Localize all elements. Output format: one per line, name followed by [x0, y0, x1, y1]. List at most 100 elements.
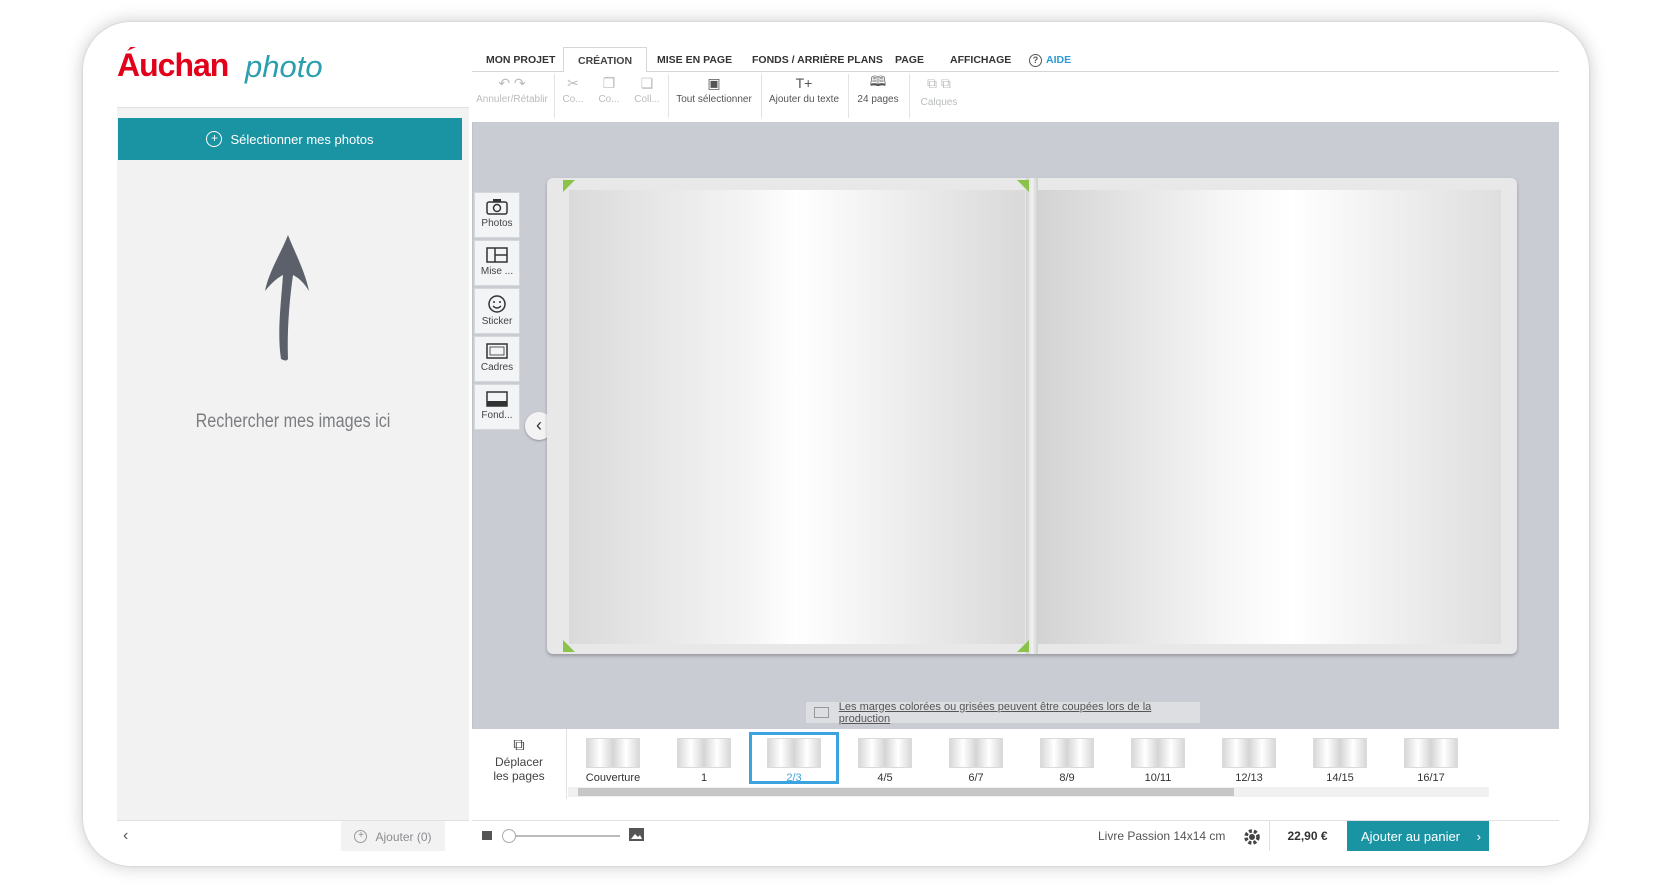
- select-photos-label: Sélectionner mes photos: [230, 131, 374, 147]
- thumb-page[interactable]: 6/7: [931, 735, 1021, 787]
- image-large-icon: [629, 828, 644, 841]
- thumb-page[interactable]: 14/15: [1295, 735, 1385, 787]
- margin-warning-text: Les marges colorées ou grisées peuvent ê…: [838, 700, 1152, 725]
- thumb-image: [949, 738, 1003, 768]
- side-tool-sticker[interactable]: Sticker: [474, 288, 520, 334]
- photo-book-spread[interactable]: [547, 178, 1517, 654]
- thumb-page-selected[interactable]: 2/3: [749, 732, 839, 784]
- select-all-label: Tout sélectionner: [676, 94, 752, 105]
- side-tool-layout[interactable]: Mise ...: [474, 240, 520, 286]
- search-hint: Rechercher mes images ici: [195, 411, 391, 432]
- thumb-image: [767, 738, 821, 768]
- thumb-page[interactable]: 4/5: [840, 735, 930, 787]
- side-tool-photos[interactable]: Photos: [474, 192, 520, 238]
- add-photos-button[interactable]: + Ajouter (0): [341, 821, 445, 851]
- thumb-page[interactable]: 16/17: [1386, 735, 1476, 787]
- layers-icon: ⧉ ⧉: [927, 74, 951, 91]
- thumb-label: 4/5: [877, 772, 893, 784]
- editor-canvas: Photos Mise ... Sticker Cadres Fond... ‹…: [472, 122, 1559, 729]
- right-page[interactable]: [1038, 190, 1501, 644]
- add-to-cart-label: Ajouter au panier: [1361, 829, 1461, 844]
- move-pages-label-1: Déplacer: [494, 755, 544, 769]
- thumb-label: 14/15: [1326, 772, 1354, 784]
- main-menu: MON PROJET CRÉATION MISE EN PAGE FONDS /…: [472, 47, 1559, 73]
- tab-affichage[interactable]: AFFICHAGE: [936, 47, 1025, 71]
- help-link[interactable]: ? AIDE: [1015, 47, 1085, 71]
- side-tool-frames-label: Cadres: [480, 362, 514, 373]
- move-pages-button[interactable]: ⧉ Déplacer les pages: [472, 729, 567, 799]
- cut-button[interactable]: ✂ Co...: [558, 72, 588, 122]
- scissors-icon: ✂: [567, 74, 579, 91]
- thumb-label: 6/7: [968, 772, 984, 784]
- side-tool-background[interactable]: Fond...: [474, 384, 520, 430]
- thumb-image: [1313, 738, 1367, 768]
- thumb-page[interactable]: 12/13: [1204, 735, 1294, 787]
- undo-redo-icon: ↶ ↷: [498, 74, 526, 91]
- paste-icon: ❏: [640, 74, 654, 91]
- collapse-panel-icon[interactable]: ‹: [123, 827, 128, 845]
- image-small-icon: [482, 831, 492, 840]
- paste-button[interactable]: ❏ Coll...: [632, 72, 662, 122]
- add-text-button[interactable]: T+ Ajouter du texte: [764, 72, 844, 122]
- thumb-label: Couverture: [585, 772, 641, 784]
- toolbar: ↶ ↷ Annuler/Rétablir ✂ Co... ❐ Co... ❏ C…: [472, 72, 1559, 122]
- gear-icon[interactable]: [1242, 827, 1262, 847]
- thumb-label: 10/11: [1144, 772, 1172, 784]
- select-all-button[interactable]: ▣ Tout sélectionner: [672, 72, 756, 122]
- select-all-icon: ▣: [707, 74, 721, 91]
- strip-scrollbar[interactable]: [568, 787, 1489, 797]
- background-icon: [486, 391, 508, 407]
- tab-mise-en-page[interactable]: MISE EN PAGE: [643, 47, 746, 71]
- thumb-image: [1040, 738, 1094, 768]
- brand-name-red: Auchan: [117, 47, 229, 83]
- thumb-page[interactable]: 1: [659, 735, 749, 787]
- thumb-cover[interactable]: Couverture: [568, 735, 658, 787]
- side-tool-layout-label: Mise ...: [480, 266, 514, 277]
- brand-logo[interactable]: Auchan photo: [117, 47, 469, 107]
- tab-fonds[interactable]: FONDS / ARRIÈRE PLANS: [738, 47, 897, 71]
- side-toolbar: Photos Mise ... Sticker Cadres Fond...: [474, 192, 520, 432]
- left-page[interactable]: [569, 190, 1025, 644]
- app-screen: Auchan photo + Sélectionner mes photos R…: [117, 47, 1559, 851]
- arrow-up-icon: [265, 235, 309, 361]
- cut-label: Co...: [562, 94, 584, 105]
- toolbar-divider: [668, 74, 669, 118]
- layout-icon: [486, 247, 508, 263]
- tab-creation[interactable]: CRÉATION: [563, 47, 648, 73]
- side-tool-frames[interactable]: Cadres: [474, 336, 520, 382]
- scrollbar-thumb[interactable]: [578, 788, 1234, 796]
- copy-button[interactable]: ❐ Co...: [594, 72, 624, 122]
- camera-icon: [486, 199, 508, 215]
- layers-label: Calques: [920, 97, 958, 108]
- tab-mon-projet[interactable]: MON PROJET: [472, 47, 569, 71]
- thumb-label: 1: [700, 772, 708, 784]
- smiley-icon: [488, 295, 506, 313]
- chevron-right-icon: ›: [1476, 829, 1481, 844]
- thumb-image: [1131, 738, 1185, 768]
- copy-label: Co...: [598, 94, 620, 105]
- pages-dropdown[interactable]: 🕮 24 pages: [852, 72, 904, 122]
- add-photos-label: Ajouter (0): [375, 829, 432, 844]
- corner-marker-icon: [563, 640, 575, 652]
- undo-redo-label: Annuler/Rétablir: [476, 94, 548, 105]
- thumb-page[interactable]: 8/9: [1022, 735, 1112, 787]
- book-icon: 🕮: [869, 73, 887, 89]
- zoom-slider[interactable]: [510, 835, 620, 837]
- book-spine: [1026, 178, 1038, 654]
- thumb-label: 2/3: [786, 772, 802, 784]
- select-photos-button[interactable]: + Sélectionner mes photos: [118, 118, 462, 160]
- side-tool-background-label: Fond...: [481, 410, 513, 421]
- product-name: Livre Passion 14x14 cm: [1098, 829, 1226, 843]
- corner-marker-icon: [1017, 640, 1029, 652]
- help-icon: ?: [1029, 54, 1042, 67]
- zoom-slider-handle[interactable]: [502, 829, 516, 843]
- layers-button[interactable]: ⧉ ⧉ Calques: [914, 72, 964, 122]
- chevron-left-icon: ‹: [536, 415, 542, 435]
- tab-page[interactable]: PAGE: [881, 47, 938, 71]
- margin-checkbox[interactable]: [814, 707, 829, 718]
- add-to-cart-button[interactable]: Ajouter au panier ›: [1347, 821, 1489, 851]
- thumb-page[interactable]: 10/11: [1113, 735, 1203, 787]
- left-footer: ‹ + Ajouter (0): [117, 820, 469, 851]
- undo-redo-button[interactable]: ↶ ↷ Annuler/Rétablir: [472, 72, 552, 122]
- margin-warning[interactable]: Les marges colorées ou grisées peuvent ê…: [806, 700, 1200, 725]
